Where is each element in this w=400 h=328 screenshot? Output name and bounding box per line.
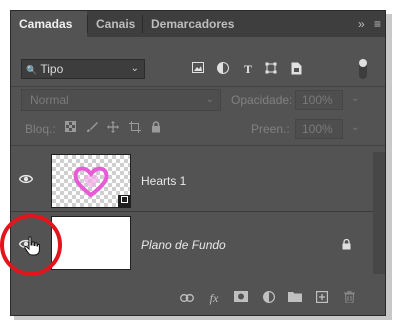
lock-all-icon[interactable] (151, 121, 161, 136)
shape-icon[interactable] (264, 62, 278, 76)
fill-field[interactable]: 100% (295, 119, 343, 139)
layer-name[interactable]: Plano de Fundo (141, 238, 226, 252)
tab-demarcadores[interactable]: Demarcadores (143, 11, 242, 37)
tab-camadas[interactable]: Camadas (11, 11, 87, 37)
visibility-toggle[interactable] (11, 152, 41, 210)
blend-mode-value: Normal (30, 93, 69, 107)
smart-object-icon[interactable] (289, 62, 303, 76)
opacity-field[interactable]: 100% (295, 90, 343, 110)
filter-toggle[interactable] (359, 59, 367, 79)
opacity-label: Opacidade: (231, 93, 293, 107)
adjustment-icon[interactable] (216, 62, 230, 76)
fill-label: Preen.: (251, 122, 290, 136)
filter-kind-select[interactable]: 🔍 Tipo ⌄ (21, 59, 145, 79)
filter-kind-value: Tipo (40, 62, 64, 76)
opacity-dropdown-icon[interactable]: ⌄ (351, 93, 359, 104)
blend-mode-select[interactable]: Normal ⌄ (21, 89, 221, 111)
layers-panel: Camadas Canais Demarcadores » ≡ 🔍 Tipo ⌄… (10, 10, 386, 316)
smart-object-badge-icon (118, 195, 131, 208)
lock-position-icon[interactable] (107, 121, 119, 136)
type-icon[interactable]: T (241, 62, 255, 76)
adjustment-layer-icon[interactable] (261, 290, 277, 305)
layer-name[interactable]: Hearts 1 (141, 174, 186, 188)
scrollbar-track[interactable] (373, 152, 385, 274)
eye-icon[interactable] (18, 173, 34, 187)
tab-bar: Camadas Canais Demarcadores » ≡ (11, 11, 385, 37)
lock-label: Bloq.: (25, 122, 56, 136)
chevron-down-icon: ⌄ (205, 94, 214, 105)
lock-transparent-pixels-icon[interactable] (65, 121, 76, 135)
collapse-icon[interactable]: » (358, 17, 365, 31)
lock-icon[interactable] (342, 238, 351, 253)
lock-image-pixels-icon[interactable] (86, 121, 98, 136)
bottom-toolbar: fx (11, 277, 385, 315)
trash-icon[interactable] (341, 291, 357, 305)
layer-thumbnail (51, 154, 131, 208)
tab-canais[interactable]: Canais (88, 11, 143, 37)
hand-cursor-icon (24, 236, 40, 261)
link-icon[interactable] (179, 291, 195, 305)
layer-thumbnail (51, 216, 131, 270)
panel-options: » ≡ (358, 11, 381, 37)
layer-row-background[interactable]: Plano de Fundo (11, 214, 385, 274)
new-layer-icon[interactable] (314, 291, 330, 305)
lock-artboard-icon[interactable] (129, 121, 141, 136)
layer-row-hearts[interactable]: Hearts 1 (11, 152, 385, 210)
image-icon[interactable] (191, 62, 205, 76)
folder-icon[interactable] (287, 291, 303, 305)
divider (11, 86, 385, 87)
chevron-down-icon: ⌄ (130, 63, 139, 74)
divider (11, 211, 385, 212)
mask-icon[interactable] (233, 291, 249, 305)
fx-icon[interactable]: fx (206, 291, 222, 305)
panel-menu-icon[interactable]: ≡ (374, 17, 381, 31)
search-icon: 🔍 (26, 65, 38, 75)
fill-dropdown-icon[interactable]: ⌄ (351, 122, 359, 133)
toggle-knob (359, 59, 367, 67)
divider (11, 145, 385, 146)
